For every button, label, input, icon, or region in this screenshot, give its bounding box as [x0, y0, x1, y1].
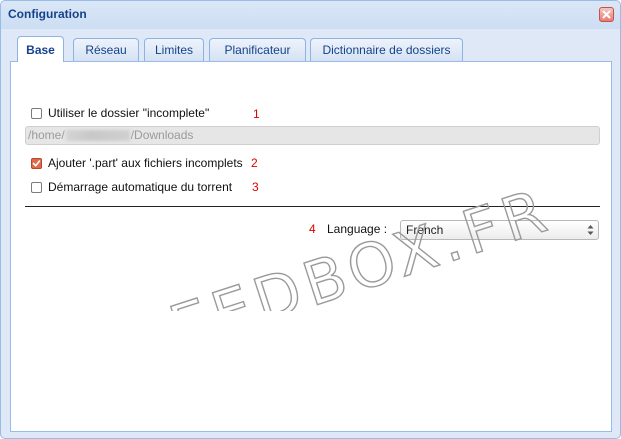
annotation-3: 3 [252, 180, 259, 194]
window-body: Base Réseau Limites Planificateur Dictio… [7, 30, 615, 432]
incomplete-folder-checkbox[interactable] [31, 107, 42, 119]
path-prefix: /home/ [28, 128, 65, 142]
language-select-value: French [406, 223, 444, 237]
language-select[interactable]: French [400, 220, 599, 240]
incomplete-folder-label: Utiliser le dossier "incomplete" [48, 106, 210, 120]
incomplete-folder-row[interactable]: Utiliser le dossier "incomplete" [31, 106, 209, 120]
close-icon [602, 10, 611, 19]
window-title: Configuration [8, 7, 87, 21]
annotation-1: 1 [253, 107, 260, 121]
window-titlebar[interactable]: Configuration [1, 1, 620, 29]
configuration-window: Configuration Base Réseau Limites Planif… [0, 0, 621, 439]
tab-strip: Base Réseau Limites Planificateur Dictio… [7, 30, 615, 62]
autostart-row[interactable]: Démarrage automatique du torrent [31, 180, 232, 194]
tab-reseau[interactable]: Réseau [73, 38, 139, 61]
part-extension-row[interactable]: Ajouter '.part' aux fichiers incomplets [31, 156, 243, 170]
tab-limites[interactable]: Limites [144, 38, 204, 61]
section-divider [25, 206, 600, 207]
tab-dictionnaire-de-dossiers[interactable]: Dictionnaire de dossiers [310, 38, 463, 61]
incomplete-folder-path-input[interactable]: /home/ /Downloads [25, 126, 600, 145]
autostart-checkbox[interactable] [31, 181, 42, 193]
close-button[interactable] [599, 7, 614, 22]
language-label: Language : [327, 222, 388, 236]
tab-planificateur[interactable]: Planificateur [209, 38, 306, 61]
base-tab-panel: Utiliser le dossier "incomplete" 1 /home… [10, 61, 612, 432]
path-suffix: /Downloads [130, 128, 194, 142]
updown-arrows-icon [587, 225, 594, 235]
autostart-label: Démarrage automatique du torrent [48, 180, 233, 194]
part-extension-label: Ajouter '.part' aux fichiers incomplets [48, 156, 243, 170]
part-extension-checkbox[interactable] [31, 157, 42, 169]
annotation-4: 4 [309, 222, 316, 236]
annotation-2: 2 [251, 156, 258, 170]
tab-base[interactable]: Base [17, 36, 64, 62]
checkmark-icon [32, 159, 41, 166]
redacted-username [65, 130, 130, 142]
